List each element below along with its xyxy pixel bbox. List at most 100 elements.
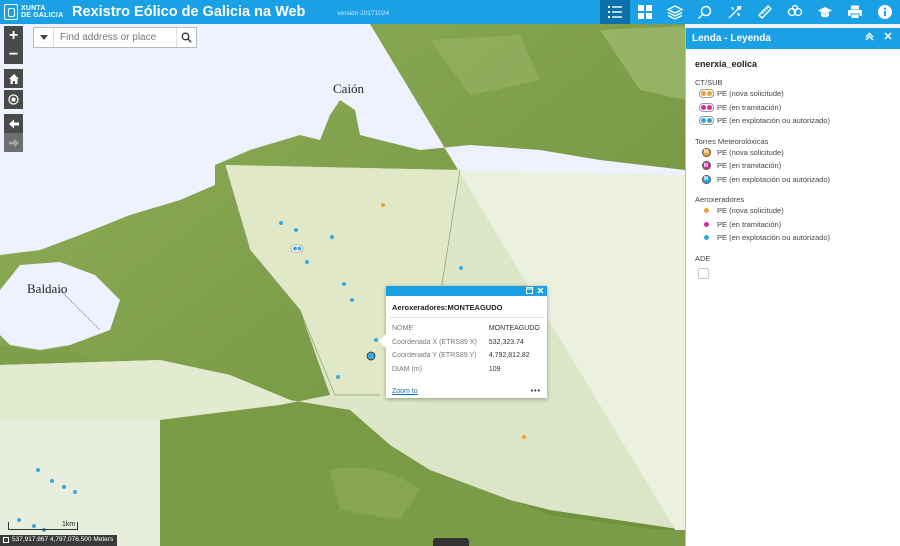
logo-line-2: DE GALICIA — [21, 12, 64, 19]
ade-symbol-box — [698, 267, 709, 279]
print-button[interactable] — [840, 0, 870, 24]
legend-item-label: PE (en tramitación) — [717, 161, 782, 171]
legend-item: M PE (en explotación ou autorizado) — [698, 173, 900, 187]
coordinate-readout: 537,917.867 4,797,076.500 Meters — [0, 535, 118, 546]
scale-label: 1km — [62, 521, 76, 528]
legend-group-turbines: Aeroxeradores — [695, 195, 745, 204]
zoom-out-button[interactable]: − — [4, 45, 23, 64]
met-tower-symbol-icon: M — [701, 161, 711, 171]
legend-item-label: PE (en tramitación) — [717, 219, 782, 229]
place-label-caion: Caión — [333, 81, 365, 96]
layer-list-button[interactable] — [660, 0, 690, 24]
legend-item-label: PE (en explotación ou autorizado) — [717, 174, 830, 184]
attribute-label: Coordenada Y (ETRS89 Y) — [392, 352, 477, 360]
home-icon — [8, 73, 19, 84]
place-label-baldaio: Baldaio — [27, 281, 68, 296]
coordinate-icon — [728, 5, 742, 19]
popup-title: Aeroxeradores:MONTEAGUDO — [389, 296, 544, 318]
legend-layer-name: enerxia_eolica — [695, 59, 758, 69]
attribute-label: Coordenada X (ETRS89 X) — [392, 338, 477, 346]
locate-icon — [8, 94, 19, 105]
search-icon — [181, 32, 192, 43]
legend-item-label: PE (en explotación ou autorizado) — [717, 116, 830, 126]
legend-group-ade: ADE — [695, 253, 711, 263]
arrow-left-icon — [8, 119, 19, 128]
turbine-dot-icon — [703, 208, 709, 214]
analysis-button[interactable] — [780, 0, 810, 24]
xunta-logo: XUNTA DE GALICIA — [4, 2, 66, 22]
search-widget — [33, 27, 197, 48]
coordinate-button[interactable] — [720, 0, 750, 24]
previous-extent-button[interactable] — [4, 114, 23, 133]
search-button[interactable] — [176, 28, 196, 47]
more-actions-button[interactable]: ••• — [531, 388, 541, 395]
basemap-gallery-button[interactable] — [630, 0, 660, 24]
map-view[interactable]: Caión Baldaio — [0, 24, 685, 546]
zoom-in-button[interactable]: + — [4, 26, 23, 45]
attribute-table-toggle[interactable] — [433, 538, 469, 546]
popup-attribute-table: NOME MONTEAGUDO Coordenada X (ETRS89 X) 53… — [392, 322, 540, 376]
maximize-icon[interactable] — [526, 286, 533, 296]
attribute-value: 532,323.74 — [488, 338, 524, 346]
turbine-dot-icon — [703, 235, 709, 241]
legend-group-towers: Torres Meteorolóxicas — [695, 136, 769, 146]
table-row: Coordenada X (ETRS89 X) 532,323.74 — [392, 336, 540, 350]
legend-item: M PE (en tramitación) — [698, 159, 900, 173]
attribute-value: 4,792,812.82 — [488, 352, 530, 360]
table-row: NOME MONTEAGUDO — [392, 322, 540, 336]
legend-item: PE (nova solicitude) — [698, 204, 900, 218]
home-button[interactable] — [4, 69, 23, 88]
print-icon — [848, 5, 862, 19]
collapse-panel-icon[interactable] — [865, 32, 874, 44]
feature-popup: Aeroxeradores:MONTEAGUDO NOME MONTEAGUDO … — [379, 286, 547, 398]
search-source-dropdown[interactable] — [34, 28, 54, 47]
legend-item: M PE (nova solicitude) — [698, 146, 900, 160]
info-button[interactable] — [870, 0, 900, 24]
legend-panel-title: Lenda - Leyenda — [692, 33, 771, 44]
locate-button[interactable] — [4, 90, 23, 109]
coordinate-toggle-icon[interactable] — [3, 537, 9, 543]
met-tower-symbol-icon: M — [701, 174, 711, 184]
info-icon — [878, 5, 892, 19]
legend-group-ctsub: CT/SUB — [695, 78, 723, 87]
legend-item-label: PE (en tramitación) — [717, 102, 782, 112]
basemap-gallery-icon — [638, 5, 652, 19]
legend-panel: Lenda - Leyenda enerxia_eolica CT/SUB PE… — [685, 28, 900, 546]
legend-item-label: PE (en explotación ou autorizado) — [717, 233, 830, 243]
legend-item: PE (nova solicitude) — [698, 87, 900, 101]
search-input[interactable] — [54, 28, 176, 47]
close-panel-icon[interactable] — [884, 32, 892, 44]
substation-symbol-icon — [698, 89, 714, 99]
measure-ruler-icon — [758, 5, 772, 19]
layer-list-icon — [667, 5, 683, 20]
popup-title-bar — [386, 286, 547, 296]
measure-button[interactable] — [750, 0, 780, 24]
query-button[interactable] — [690, 0, 720, 24]
substation-symbol-icon — [698, 102, 714, 112]
met-tower-symbol-icon: M — [701, 147, 711, 157]
attribute-value: 109 — [488, 365, 501, 373]
query-icon — [697, 5, 712, 20]
table-row: Coordenada Y (ETRS89 Y) 4,792,812.82 — [392, 349, 540, 363]
legend-item-label: PE (nova solicitude) — [717, 89, 784, 99]
about-button[interactable] — [810, 0, 840, 24]
legend-item: PE (en tramitación) — [698, 218, 900, 232]
attribute-label: DIAM (m) — [392, 365, 422, 373]
xunta-shield-icon — [4, 4, 18, 20]
legend-item-label: PE (nova solicitude) — [717, 206, 784, 216]
next-extent-button[interactable] — [4, 133, 23, 152]
legend-item-label: PE (nova solicitude) — [717, 147, 784, 157]
table-row: DIAM (m) 109 — [392, 363, 540, 377]
arrow-right-icon — [8, 138, 19, 147]
app-title: Rexistro Eólico de Galicia na Web — [72, 4, 306, 20]
legend-panel-header: Lenda - Leyenda — [686, 28, 900, 49]
legend-item: PE (en tramitación) — [698, 101, 900, 115]
close-icon[interactable] — [537, 287, 544, 296]
legend-list-button[interactable] — [600, 0, 630, 24]
attribute-value: MONTEAGUDO — [488, 325, 540, 333]
zoom-to-link[interactable]: Zoom to — [392, 388, 418, 395]
widget-toolbar — [600, 0, 900, 24]
legend-item: PE (en explotación ou autorizado) — [698, 114, 900, 128]
map-canvas — [0, 24, 685, 546]
legend-list-icon — [608, 6, 622, 18]
